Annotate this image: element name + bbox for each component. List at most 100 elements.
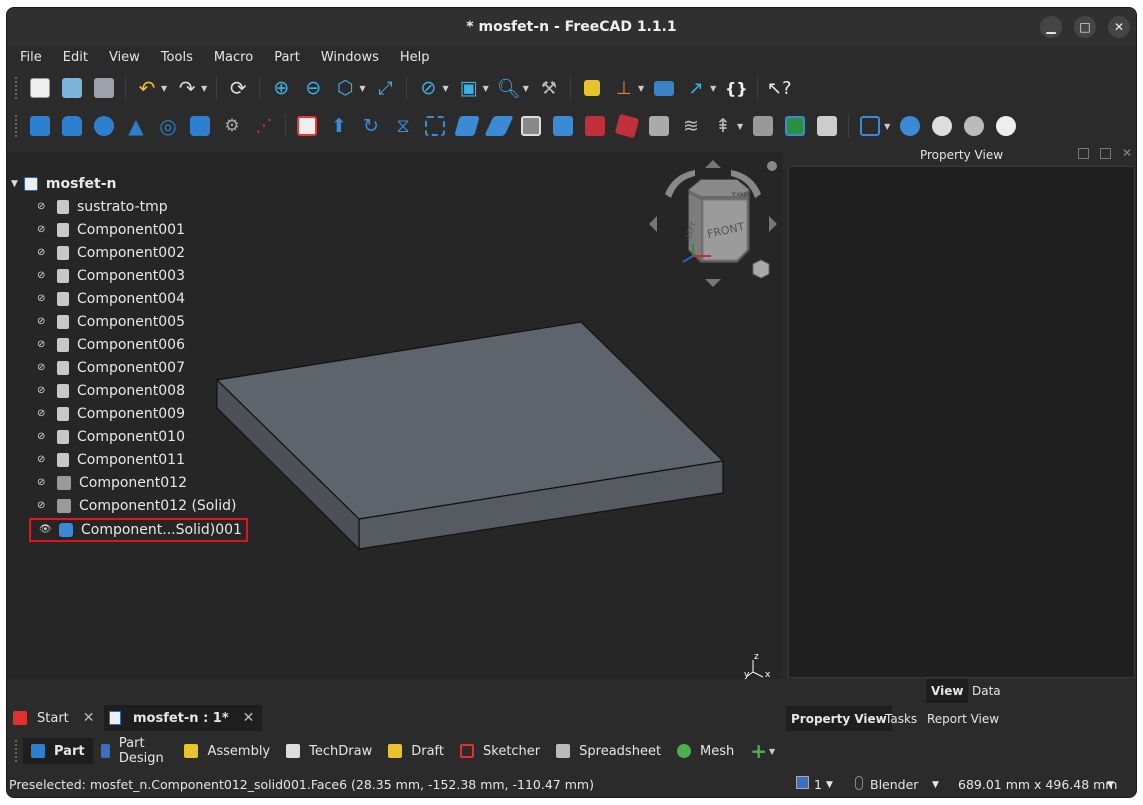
tab-tasks[interactable]: Tasks: [880, 706, 922, 731]
part-icon[interactable]: [579, 75, 605, 101]
collapse-arrow-icon[interactable]: ▼: [11, 179, 18, 189]
eye-hidden-icon[interactable]: ⊘: [37, 271, 49, 281]
tree-item[interactable]: ⊘ Component001: [37, 219, 185, 241]
tab-data[interactable]: Data: [967, 679, 1006, 703]
tree-item[interactable]: ⊘ Component004: [37, 288, 185, 310]
cube-icon[interactable]: [27, 113, 53, 139]
check-geometry-icon[interactable]: [782, 113, 808, 139]
split-icon[interactable]: ⇞: [710, 113, 736, 139]
tree-item[interactable]: ⊘ Component012 (Solid): [37, 495, 237, 517]
menu-edit[interactable]: Edit: [63, 50, 88, 65]
property-table[interactable]: [788, 166, 1135, 678]
defeaturing-icon[interactable]: [814, 113, 840, 139]
eye-hidden-icon[interactable]: ⊘: [37, 455, 49, 465]
loft-icon[interactable]: ≋: [678, 113, 704, 139]
tab-mosfet-n[interactable]: mosfet-n : 1* ✕: [104, 705, 263, 731]
tree-item[interactable]: ⊘ Component012: [37, 472, 187, 494]
float-panel-icon[interactable]: [1078, 148, 1089, 159]
eye-hidden-icon[interactable]: ⊘: [37, 501, 49, 511]
redo-icon[interactable]: ↷: [174, 75, 200, 101]
eye-hidden-icon[interactable]: ⊘: [37, 317, 49, 327]
macro-icon[interactable]: {}: [723, 75, 749, 101]
add-workbench-button[interactable]: + ▼: [742, 738, 787, 764]
restore-panel-icon[interactable]: [1100, 148, 1111, 159]
tree-item[interactable]: ⊘ sustrato-tmp: [37, 196, 168, 218]
tree-item[interactable]: ⊘ Component006: [37, 334, 185, 356]
navigation-cube[interactable]: [643, 152, 783, 292]
menu-file[interactable]: File: [20, 50, 42, 65]
close-tab-icon[interactable]: ✕: [243, 710, 255, 726]
revolve-icon[interactable]: ↻: [358, 113, 384, 139]
tree-item[interactable]: 👁︎ Component...Solid)001: [29, 518, 248, 542]
eye-hidden-icon[interactable]: ⊘: [37, 202, 49, 212]
tab-start[interactable]: Start ✕: [13, 705, 95, 731]
workbench-assembly[interactable]: Assembly: [176, 738, 278, 764]
eye-hidden-icon[interactable]: ⊘: [37, 409, 49, 419]
menu-view[interactable]: View: [109, 50, 140, 65]
tree-item[interactable]: ⊘ Component009: [37, 403, 185, 425]
eye-open-icon[interactable]: 👁︎: [39, 525, 52, 535]
group-folder-icon[interactable]: [651, 75, 677, 101]
tree-item[interactable]: ⊘ Component003: [37, 265, 185, 287]
section-icon[interactable]: [582, 113, 608, 139]
axis-cross-icon[interactable]: ⊥: [611, 75, 637, 101]
tab-report-view[interactable]: Report View: [922, 706, 1004, 731]
save-icon[interactable]: [91, 75, 117, 101]
close-icon[interactable]: ✕: [1108, 16, 1130, 38]
3d-viewport[interactable]: z x y TOP FRONT LEFT ▼ mosfet-n ⊘ sustra…: [7, 152, 783, 680]
eye-hidden-icon[interactable]: ⊘: [37, 225, 49, 235]
tab-property-view[interactable]: Property View: [786, 706, 892, 731]
eye-hidden-icon[interactable]: ⊘: [37, 294, 49, 304]
refresh-icon[interactable]: ⟳: [225, 75, 251, 101]
isometric-view-icon[interactable]: ⬡: [332, 75, 358, 101]
eye-hidden-icon[interactable]: ⊘: [37, 363, 49, 373]
bounding-box-icon[interactable]: ▣: [456, 75, 482, 101]
view-count[interactable]: 1: [814, 777, 822, 792]
view-window-icon[interactable]: [796, 776, 809, 789]
primitives-icon[interactable]: ⚙: [219, 113, 245, 139]
common-icon[interactable]: [961, 113, 987, 139]
cylinder-icon[interactable]: [59, 113, 85, 139]
workbench-spreadsheet[interactable]: Spreadsheet: [548, 738, 669, 764]
sweep-icon[interactable]: [484, 113, 514, 139]
tree-root[interactable]: ▼ mosfet-n: [11, 173, 117, 195]
tree-item[interactable]: ⊘ Component010: [37, 426, 185, 448]
tree-item[interactable]: ⊘ Component007: [37, 357, 185, 379]
close-tab-icon[interactable]: ✕: [83, 710, 95, 726]
tree-item[interactable]: ⊘ Component008: [37, 380, 185, 402]
link-icon[interactable]: ↗: [683, 75, 709, 101]
offset-icon[interactable]: [518, 113, 544, 139]
cut-icon[interactable]: [897, 113, 923, 139]
tube-icon[interactable]: [187, 113, 213, 139]
zoom-icon[interactable]: 🔍︎: [496, 75, 522, 101]
whats-this-icon[interactable]: ↖?: [766, 75, 792, 101]
tab-view[interactable]: View: [926, 679, 969, 703]
new-file-icon[interactable]: [27, 75, 53, 101]
eye-hidden-icon[interactable]: ⊘: [37, 340, 49, 350]
thickness-icon[interactable]: [550, 113, 576, 139]
menu-windows[interactable]: Windows: [321, 50, 379, 65]
fuse-icon[interactable]: [929, 113, 955, 139]
workbench-draft[interactable]: Draft: [380, 738, 452, 764]
minimize-icon[interactable]: ▁: [1040, 16, 1062, 38]
menu-tools[interactable]: Tools: [161, 50, 193, 65]
eye-hidden-icon[interactable]: ⊘: [37, 478, 49, 488]
fit-all-icon[interactable]: ⊕: [268, 75, 294, 101]
cone-icon[interactable]: ▲: [123, 113, 149, 139]
shape-builder-icon[interactable]: ⋰: [251, 113, 277, 139]
open-file-icon[interactable]: [59, 75, 85, 101]
fillet-icon[interactable]: [422, 113, 448, 139]
torus-icon[interactable]: ◎: [155, 113, 181, 139]
eye-hidden-icon[interactable]: ⊘: [37, 386, 49, 396]
workbench-sketcher[interactable]: Sketcher: [452, 738, 548, 764]
chamfer-icon[interactable]: [454, 113, 480, 139]
fit-selection-icon[interactable]: ⊖: [300, 75, 326, 101]
cross-sections-icon[interactable]: [614, 113, 640, 139]
close-panel-icon[interactable]: ✕: [1122, 146, 1132, 160]
extrude-up-icon[interactable]: ⬆: [326, 113, 352, 139]
navigation-style[interactable]: Blender: [870, 777, 918, 792]
menu-macro[interactable]: Macro: [214, 50, 253, 65]
menu-help[interactable]: Help: [400, 50, 430, 65]
bool-icon[interactable]: [857, 113, 883, 139]
measure-icon[interactable]: ⤢: [372, 75, 398, 101]
